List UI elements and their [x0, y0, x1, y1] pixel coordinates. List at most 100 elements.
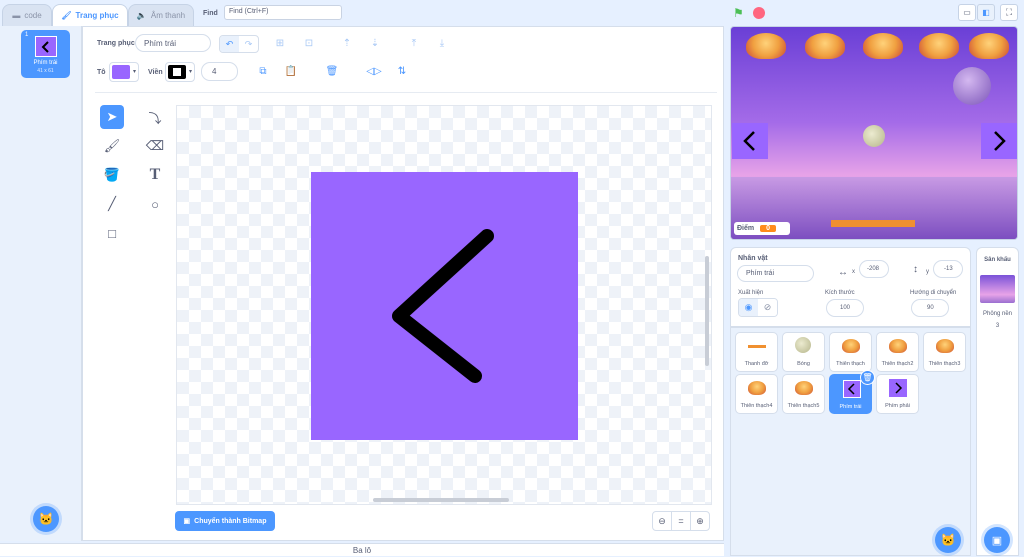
- tab-sounds[interactable]: 🔈 Âm thanh: [128, 4, 194, 26]
- trash-icon: 🗑: [862, 373, 873, 382]
- green-flag-icon[interactable]: ⚑: [733, 6, 744, 20]
- flip-horizontal-button[interactable]: ◁▷: [365, 63, 383, 79]
- chevron-down-icon: ▾: [132, 69, 136, 75]
- outline-color-picker[interactable]: ▾: [165, 62, 195, 82]
- meteor-icon: [936, 337, 954, 355]
- zoom-out-icon: ⊖: [658, 515, 666, 526]
- sprite-label: Nhân vật: [738, 255, 768, 262]
- zoom-in-button[interactable]: ⊕: [690, 511, 710, 531]
- rectangle-tool[interactable]: □: [100, 221, 124, 245]
- zoom-in-icon: ⊕: [696, 515, 704, 526]
- reshape-tool[interactable]: ⤵: [143, 105, 167, 129]
- eraser-tool[interactable]: ⌫: [143, 134, 167, 158]
- sprite-item[interactable]: Thanh đỡ: [735, 332, 778, 372]
- speaker-icon: 🔈: [136, 11, 147, 20]
- choose-sprite-button[interactable]: 🐱: [935, 527, 961, 553]
- ball-sprite: [863, 125, 885, 147]
- zoom-reset-button[interactable]: =: [671, 511, 691, 531]
- small-stage-icon: ▭: [963, 8, 971, 17]
- sprite-item[interactable]: Bóng: [782, 332, 825, 372]
- normal-stage-icon: ◧: [982, 8, 990, 17]
- chevron-down-icon: ▾: [188, 69, 192, 75]
- sprite-item[interactable]: Thiên thạch: [829, 332, 872, 372]
- paint-canvas[interactable]: [176, 105, 712, 505]
- choose-costume-button[interactable]: 🐱: [33, 506, 59, 532]
- sprite-name-input[interactable]: Phím trái: [737, 265, 814, 282]
- line-icon: ╱: [108, 196, 116, 211]
- outline-label: Viền: [148, 69, 163, 76]
- delete-button[interactable]: 🗑: [323, 63, 341, 79]
- paddle-sprite: [831, 220, 915, 227]
- ungroup-button[interactable]: ⊡: [300, 35, 318, 51]
- copy-button[interactable]: ⧉: [254, 63, 272, 79]
- vertical-scrollbar[interactable]: [705, 256, 709, 366]
- back-button[interactable]: ⤓: [433, 35, 451, 51]
- backpack-bar[interactable]: Ba lô: [0, 543, 724, 556]
- eraser-icon: ⌫: [145, 138, 165, 153]
- convert-bitmap-button[interactable]: ▣ Chuyển thành Bitmap: [175, 511, 275, 531]
- normal-stage-button[interactable]: ◧: [977, 4, 995, 21]
- image-add-icon: ▣: [991, 534, 1003, 547]
- show-button[interactable]: ◉: [739, 299, 758, 316]
- y-input[interactable]: -13: [933, 260, 963, 278]
- flip-vertical-button[interactable]: ⇅: [393, 63, 411, 79]
- front-icon: ⤒: [411, 37, 417, 49]
- forward-button[interactable]: ⇡: [338, 35, 356, 51]
- zoom-out-button[interactable]: ⊖: [652, 511, 672, 531]
- left-arrow-sprite: [732, 123, 768, 159]
- undo-button[interactable]: ↶: [220, 36, 239, 52]
- small-stage-button[interactable]: ▭: [958, 4, 976, 21]
- circle-icon: ○: [151, 196, 159, 212]
- text-icon: T: [149, 166, 161, 183]
- sprite-item[interactable]: Thiên thạch5: [782, 374, 825, 414]
- costume-thumbnail: [35, 36, 57, 57]
- costume-item[interactable]: 1 Phím trái 41 x 61: [21, 30, 70, 78]
- stage[interactable]: [730, 26, 1018, 240]
- outline-width-input[interactable]: 4: [201, 62, 238, 81]
- delete-sprite-button[interactable]: 🗑: [860, 370, 875, 385]
- image-icon: ▣: [183, 518, 191, 525]
- select-tool[interactable]: ➤: [100, 105, 124, 129]
- tab-code[interactable]: ▬ code: [2, 4, 52, 26]
- text-tool[interactable]: T: [143, 163, 167, 187]
- hide-button[interactable]: ⊘: [758, 299, 777, 316]
- cat-add-icon: 🐱: [38, 512, 54, 526]
- sprite-item[interactable]: Thiên thạch3: [923, 332, 966, 372]
- right-arrow-icon: [889, 379, 907, 397]
- meteor-sprite: [969, 33, 1009, 59]
- costume-name-label: Trang phục: [97, 40, 135, 47]
- redo-button[interactable]: ↷: [239, 36, 258, 52]
- ungroup-icon: ⊡: [304, 37, 314, 49]
- find-input[interactable]: Find (Ctrl+F): [224, 5, 342, 20]
- meteor-sprite: [746, 33, 786, 59]
- tab-costumes[interactable]: 🖌 Trang phục: [52, 4, 128, 26]
- x-input[interactable]: -208: [859, 260, 889, 278]
- sprite-item[interactable]: Thiên thạch2: [876, 332, 919, 372]
- forward-icon: ⇡: [342, 37, 352, 49]
- direction-input[interactable]: 90: [911, 299, 949, 317]
- horizontal-scrollbar[interactable]: [373, 498, 509, 502]
- sprite-item[interactable]: Thiên thạch4: [735, 374, 778, 414]
- paste-button[interactable]: 📋: [282, 63, 300, 79]
- left-arrow-icon: [843, 380, 861, 398]
- costume-list: [0, 26, 82, 541]
- sprite-item[interactable]: Phím phải: [876, 374, 919, 414]
- stop-icon[interactable]: [753, 7, 765, 19]
- costume-shape[interactable]: [311, 172, 578, 440]
- planet: [953, 67, 991, 105]
- front-button[interactable]: ⤒: [405, 35, 423, 51]
- fill-tool[interactable]: 🪣: [100, 163, 124, 187]
- trash-icon: 🗑: [325, 65, 339, 77]
- meteor-sprite: [863, 33, 903, 59]
- fullscreen-button[interactable]: ⛶: [1000, 4, 1018, 21]
- group-button[interactable]: ⊞: [271, 35, 289, 51]
- fill-color-picker[interactable]: ▾: [109, 62, 139, 82]
- brush-tool[interactable]: 🖌: [100, 134, 124, 158]
- costume-name-input[interactable]: Phím trái: [135, 34, 211, 52]
- choose-backdrop-button[interactable]: ▣: [984, 527, 1010, 553]
- backward-button[interactable]: ⇣: [366, 35, 384, 51]
- size-input[interactable]: 100: [826, 299, 864, 317]
- find-label: Find: [203, 10, 218, 17]
- line-tool[interactable]: ╱: [100, 192, 124, 216]
- circle-tool[interactable]: ○: [143, 192, 167, 216]
